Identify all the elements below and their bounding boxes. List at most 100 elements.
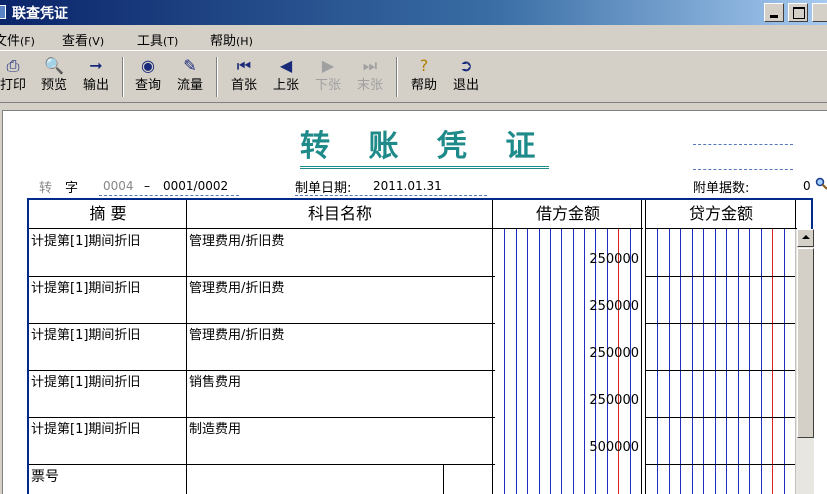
flow-button[interactable]: ✎ 流量 bbox=[172, 55, 208, 99]
search-icon[interactable] bbox=[815, 177, 827, 190]
digit-gridline bbox=[772, 229, 774, 494]
minimize-button[interactable] bbox=[764, 3, 784, 22]
ticket-label: 票号 bbox=[31, 469, 59, 485]
row-divider bbox=[645, 417, 795, 418]
row-summary[interactable]: 计提第[1]期间折旧 bbox=[31, 277, 140, 296]
digit-gridline bbox=[737, 229, 739, 494]
title-bar: 联查凭证 bbox=[0, 0, 827, 25]
row-debit[interactable]: 500000 bbox=[529, 440, 639, 455]
row-summary[interactable]: 计提第[1]期间折旧 bbox=[31, 324, 140, 343]
header-debit: 借方金额 bbox=[493, 200, 643, 229]
help-icon: ? bbox=[419, 56, 429, 75]
binoculars-icon: ◉ bbox=[141, 56, 155, 75]
voucher-panel: 转 账 凭 证 转 字 0004 – 0001/0002 制单日期: 2011.… bbox=[2, 110, 827, 494]
row-debit[interactable]: 250000 bbox=[529, 346, 639, 361]
header-summary: 摘 要 bbox=[29, 200, 187, 229]
col-divider bbox=[492, 200, 493, 494]
attach-count[interactable]: 0 bbox=[803, 179, 811, 193]
menu-file[interactable]: 文件(F) bbox=[0, 30, 35, 49]
print-button[interactable]: ⎙ 打印 bbox=[0, 55, 30, 99]
digit-gridline bbox=[726, 229, 728, 494]
digit-gridline bbox=[668, 229, 670, 494]
export-icon: ➞ bbox=[89, 56, 103, 75]
voucher-sequence: 0001/0002 bbox=[163, 179, 229, 193]
voucher-zi: 字 bbox=[65, 181, 79, 196]
row-summary[interactable]: 计提第[1]期间折旧 bbox=[31, 418, 140, 437]
attach-label: 附单据数: bbox=[693, 181, 750, 196]
window-title: 联查凭证 bbox=[12, 6, 68, 22]
header-account: 科目名称 bbox=[187, 200, 493, 229]
digit-gridline bbox=[783, 229, 785, 494]
first-button[interactable]: ⏮ 首张 bbox=[226, 55, 262, 99]
scroll-up-button[interactable] bbox=[797, 229, 814, 247]
next-icon: ▶ bbox=[321, 56, 335, 75]
toolbar-separator bbox=[396, 57, 398, 97]
col-divider bbox=[186, 200, 187, 494]
prev-icon: ◀ bbox=[279, 56, 293, 75]
row-account[interactable]: 管理费用/折旧费 bbox=[189, 277, 284, 296]
digit-gridline bbox=[714, 229, 716, 494]
vertical-scrollbar[interactable] bbox=[795, 229, 814, 494]
col-divider bbox=[641, 200, 642, 494]
menu-bar: 文件(F) 查看(V) 工具(T) 帮助(H) bbox=[0, 25, 827, 49]
row-account[interactable]: 销售费用 bbox=[189, 371, 241, 390]
row-account[interactable]: 制造费用 bbox=[189, 418, 241, 437]
toolbar-separator bbox=[216, 57, 218, 97]
header-credit: 贷方金额 bbox=[645, 200, 797, 229]
voucher-table: 摘 要 科目名称 借方金额 贷方金额 计提第[1]期间折旧 管理费用/折旧费 2… bbox=[27, 198, 813, 494]
digit-gridline bbox=[515, 229, 517, 494]
menu-tools[interactable]: 工具(T) bbox=[137, 30, 178, 49]
voucher-date[interactable]: 2011.01.31 bbox=[373, 179, 442, 193]
row-summary[interactable]: 计提第[1]期间折旧 bbox=[31, 371, 140, 390]
prev-button[interactable]: ◀ 上张 bbox=[268, 55, 304, 99]
row-debit[interactable]: 250000 bbox=[529, 252, 639, 267]
row-divider bbox=[645, 276, 795, 277]
row-summary[interactable]: 计提第[1]期间折旧 bbox=[31, 230, 140, 249]
menu-help[interactable]: 帮助(H) bbox=[210, 30, 253, 49]
maximize-button[interactable] bbox=[788, 3, 808, 22]
toolbar-separator bbox=[122, 57, 124, 97]
first-icon: ⏮ bbox=[236, 56, 252, 75]
close-button[interactable] bbox=[812, 3, 827, 22]
digit-gridline bbox=[703, 229, 705, 494]
decor-dashline bbox=[693, 169, 793, 170]
row-divider bbox=[29, 464, 495, 465]
row-account[interactable]: 管理费用/折旧费 bbox=[189, 324, 284, 343]
row-divider bbox=[645, 464, 795, 465]
menu-view[interactable]: 查看(V) bbox=[62, 30, 104, 49]
digit-gridline bbox=[657, 229, 659, 494]
voucher-type: 转 bbox=[39, 181, 53, 196]
app-icon[interactable] bbox=[0, 5, 6, 19]
number-underline bbox=[99, 195, 239, 196]
digit-gridline bbox=[691, 229, 693, 494]
help-button[interactable]: ? 帮助 bbox=[406, 55, 442, 99]
scroll-thumb[interactable] bbox=[797, 248, 814, 438]
exit-icon: ➲ bbox=[459, 56, 473, 75]
last-button[interactable]: ⏭ 末张 bbox=[352, 55, 388, 99]
digit-gridline bbox=[527, 229, 529, 494]
digit-gridline bbox=[504, 229, 506, 494]
last-icon: ⏭ bbox=[362, 56, 378, 75]
preview-icon: 🔍 bbox=[44, 56, 64, 75]
toolbar: ⎙ 打印 🔍 预览 ➞ 输出 ◉ 查询 ✎ 流量 ⏮ 首张 ◀ 上张 ▶ 下张 … bbox=[0, 50, 827, 103]
row-divider bbox=[645, 370, 795, 371]
printer-icon: ⎙ bbox=[6, 56, 20, 75]
preview-button[interactable]: 🔍 预览 bbox=[36, 55, 72, 99]
date-underline bbox=[295, 195, 487, 196]
row-debit[interactable]: 250000 bbox=[529, 299, 639, 314]
query-button[interactable]: ◉ 查询 bbox=[130, 55, 166, 99]
voucher-title: 转 账 凭 证 bbox=[300, 128, 550, 169]
flow-icon: ✎ bbox=[183, 56, 197, 75]
date-label: 制单日期: bbox=[295, 181, 352, 196]
digit-gridline bbox=[760, 229, 762, 494]
digit-gridline bbox=[680, 229, 682, 494]
voucher-dash: – bbox=[144, 179, 150, 193]
row-debit[interactable]: 250000 bbox=[529, 393, 639, 408]
next-button[interactable]: ▶ 下张 bbox=[310, 55, 346, 99]
footer-divider bbox=[443, 464, 444, 494]
exit-button[interactable]: ➲ 退出 bbox=[448, 55, 484, 99]
voucher-number[interactable]: 0004 bbox=[103, 179, 134, 193]
export-button[interactable]: ➞ 输出 bbox=[78, 55, 114, 99]
col-divider bbox=[645, 200, 646, 494]
row-account[interactable]: 管理费用/折旧费 bbox=[189, 230, 284, 249]
